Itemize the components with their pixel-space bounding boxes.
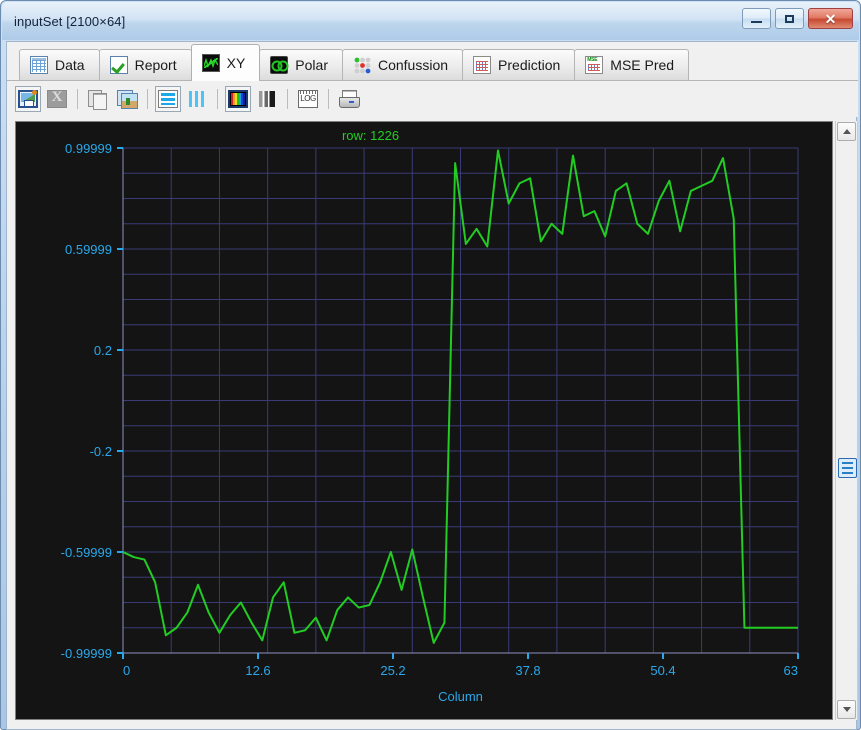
rows-view-button[interactable]: [155, 86, 181, 112]
export-excel-button[interactable]: [44, 86, 70, 112]
copy-button[interactable]: [85, 86, 111, 112]
window-title: inputSet [2100×64]: [14, 13, 126, 29]
confusion-dots-svg: [354, 57, 371, 74]
tab-prediction-label: Prediction: [498, 57, 561, 73]
y-tick-label: -0.2: [90, 444, 112, 459]
client-area: Data Report XY Polar Confussion Predicti…: [6, 41, 858, 726]
toolbar-separator: [217, 89, 218, 109]
tab-polar[interactable]: Polar: [259, 49, 343, 80]
log-scale-button[interactable]: [295, 86, 321, 112]
horizontal-lines-icon: [158, 90, 178, 108]
polar-svg: [271, 60, 289, 72]
tab-mse-pred[interactable]: MSE Pred: [574, 49, 690, 80]
tab-strip: Data Report XY Polar Confussion Predicti…: [7, 42, 858, 81]
tab-confussion[interactable]: Confussion: [341, 49, 464, 80]
toolbar: [7, 81, 858, 117]
x-tick-label: 12.6: [245, 663, 270, 678]
vertical-bars-icon: [187, 90, 207, 108]
tab-data-label: Data: [55, 57, 85, 73]
x-tick-label: 37.8: [515, 663, 540, 678]
tab-prediction[interactable]: Prediction: [462, 49, 576, 80]
waveform-svg: [203, 57, 218, 69]
cactus-icon: [126, 98, 130, 105]
y-tick-label: 0.59999: [65, 242, 112, 257]
window-bottom-edge: [6, 725, 857, 730]
row-marker-icon[interactable]: [838, 458, 857, 478]
vertical-scrollbar[interactable]: [835, 121, 858, 720]
color-map-button[interactable]: [225, 86, 251, 112]
tab-xy-label: XY: [226, 55, 246, 71]
tab-report[interactable]: Report: [98, 49, 192, 80]
maximize-button[interactable]: [775, 8, 804, 29]
copy-image-icon: [117, 90, 138, 109]
plot-title-annotation: row: 1226: [342, 128, 399, 143]
save-image-icon: [18, 90, 38, 108]
x-axis-title: Column: [438, 689, 483, 704]
window-controls: ✕: [742, 8, 853, 29]
toolbar-separator: [287, 89, 288, 109]
y-tick-label: -0.59999: [61, 545, 112, 560]
printer-icon: [339, 90, 360, 108]
grid-table-icon: [30, 56, 48, 74]
x-tick-label: 25.2: [380, 663, 405, 678]
printer-slot-icon: [349, 101, 354, 103]
copy-icon: [88, 90, 108, 110]
scroll-down-icon: [842, 707, 851, 712]
close-button[interactable]: ✕: [808, 8, 853, 29]
color-bars-icon: [228, 90, 248, 108]
tab-mse-pred-label: MSE Pred: [610, 57, 675, 73]
minimize-icon: [751, 21, 762, 23]
log-icon: [298, 90, 318, 108]
xy-plot-svg: 0.99999 0.59999 0.2 -0.2 -0.59999 -0.99999 0 12…: [16, 122, 832, 719]
y-tick-label: 0.99999: [65, 141, 112, 156]
gray-bars-icon: [257, 90, 277, 108]
scroll-down-button[interactable]: [837, 700, 856, 719]
xy-plot-panel[interactable]: 0.99999 0.59999 0.2 -0.2 -0.59999 -0.99999 0 12…: [15, 121, 833, 720]
check-icon: [109, 56, 128, 74]
minimize-button[interactable]: [742, 8, 771, 29]
y-tick-label: -0.99999: [61, 646, 112, 661]
y-tick-label: 0.2: [94, 343, 112, 358]
tab-report-label: Report: [134, 57, 177, 73]
toolbar-separator: [77, 89, 78, 109]
title-bar: inputSet [2100×64] ✕: [2, 2, 859, 40]
plot-background: [16, 122, 832, 719]
close-icon: ✕: [824, 10, 837, 27]
excel-icon: [47, 89, 67, 108]
confusion-dots-icon: [353, 56, 371, 74]
print-button[interactable]: [336, 86, 362, 112]
toolbar-separator: [328, 89, 329, 109]
polar-icon: [270, 56, 289, 74]
waveform-icon: [201, 54, 220, 72]
x-tick-label: 63: [784, 663, 798, 678]
application-window: inputSet [2100×64] ✕ Data Report XY Pola…: [0, 0, 861, 730]
mse-grid-icon: [585, 56, 604, 74]
tab-xy[interactable]: XY: [190, 44, 261, 81]
toolbar-separator: [147, 89, 148, 109]
tab-confussion-label: Confussion: [377, 57, 449, 73]
prediction-grid-icon: [473, 56, 492, 74]
gray-map-button[interactable]: [254, 86, 280, 112]
scroll-up-icon: [842, 129, 851, 134]
x-tick-label: 0: [123, 663, 130, 678]
x-tick-label: 50.4: [650, 663, 675, 678]
copy-image-button[interactable]: [114, 86, 140, 112]
maximize-icon: [785, 14, 794, 23]
tab-polar-label: Polar: [295, 57, 328, 73]
save-badge-icon: [32, 90, 37, 95]
save-image-button[interactable]: [15, 86, 41, 112]
columns-view-button[interactable]: [184, 86, 210, 112]
tab-data[interactable]: Data: [19, 49, 100, 80]
scroll-up-button[interactable]: [837, 122, 856, 141]
